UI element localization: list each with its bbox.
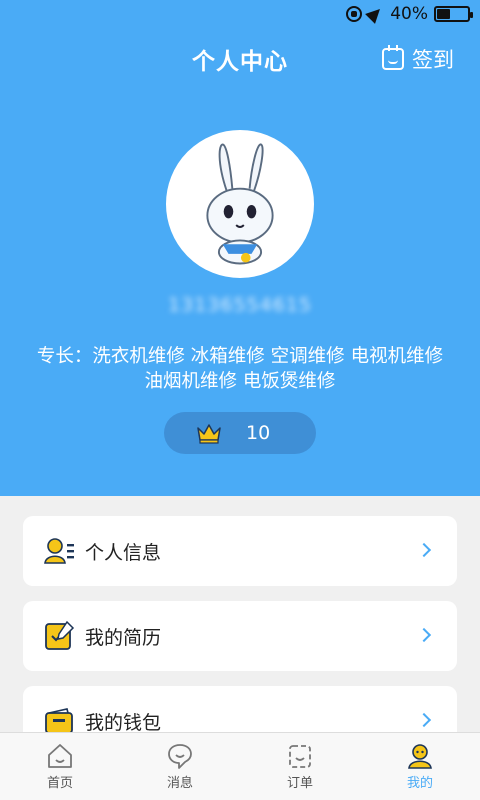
avatar[interactable]: [166, 130, 314, 278]
specialty-text: 专长：洗衣机维修 冰箱维修 空调维修 电视机维修 油烟机维修 电饭煲维修: [36, 346, 444, 392]
chevron-right-icon: [416, 542, 432, 558]
tab-label: 我的: [406, 776, 433, 791]
tab-messages[interactable]: 消息: [120, 733, 240, 800]
tab-label: 消息: [166, 776, 193, 791]
battery-icon: [434, 6, 473, 22]
bottom-tab-bar: 首页 消息 订单 我的: [0, 732, 480, 800]
personal-info-icon: [44, 538, 74, 564]
battery-percentage: 40%: [390, 4, 428, 24]
tab-orders[interactable]: 订单: [240, 733, 360, 800]
crown-icon: [197, 424, 221, 444]
profile-header: 40% 个人中心 签到 13136554615 专长：洗衣机维修 冰箱维修 空调…: [0, 0, 480, 496]
home-icon: [48, 744, 72, 768]
resume-icon: [45, 620, 75, 650]
phone-number: 13136554615: [168, 294, 312, 316]
location-icon: [365, 4, 386, 24]
points-value: 10: [246, 422, 271, 444]
menu-label: 我的简历: [85, 626, 162, 649]
calendar-icon: [382, 45, 404, 70]
chevron-right-icon: [416, 712, 432, 728]
menu-label: 我的钱包: [85, 711, 162, 734]
order-icon: [289, 745, 311, 768]
signin-button[interactable]: 签到: [382, 44, 454, 74]
chevron-right-icon: [416, 627, 432, 643]
tab-label: 订单: [286, 776, 313, 791]
signin-label: 签到: [412, 48, 454, 72]
rabbit-avatar-icon: [169, 133, 311, 275]
profile-icon: [408, 744, 432, 769]
battery-level: [437, 9, 450, 19]
tab-label: 首页: [46, 776, 73, 791]
menu-item-resume[interactable]: 我的简历: [23, 601, 457, 671]
rotation-lock-icon: [346, 6, 363, 22]
menu-label: 个人信息: [85, 541, 162, 564]
points-badge[interactable]: 10: [164, 412, 316, 454]
status-bar: 40%: [0, 0, 480, 30]
tab-home[interactable]: 首页: [0, 733, 120, 800]
menu-item-personal-info[interactable]: 个人信息: [23, 516, 457, 586]
message-icon: [168, 744, 192, 769]
tab-profile[interactable]: 我的: [360, 733, 480, 800]
